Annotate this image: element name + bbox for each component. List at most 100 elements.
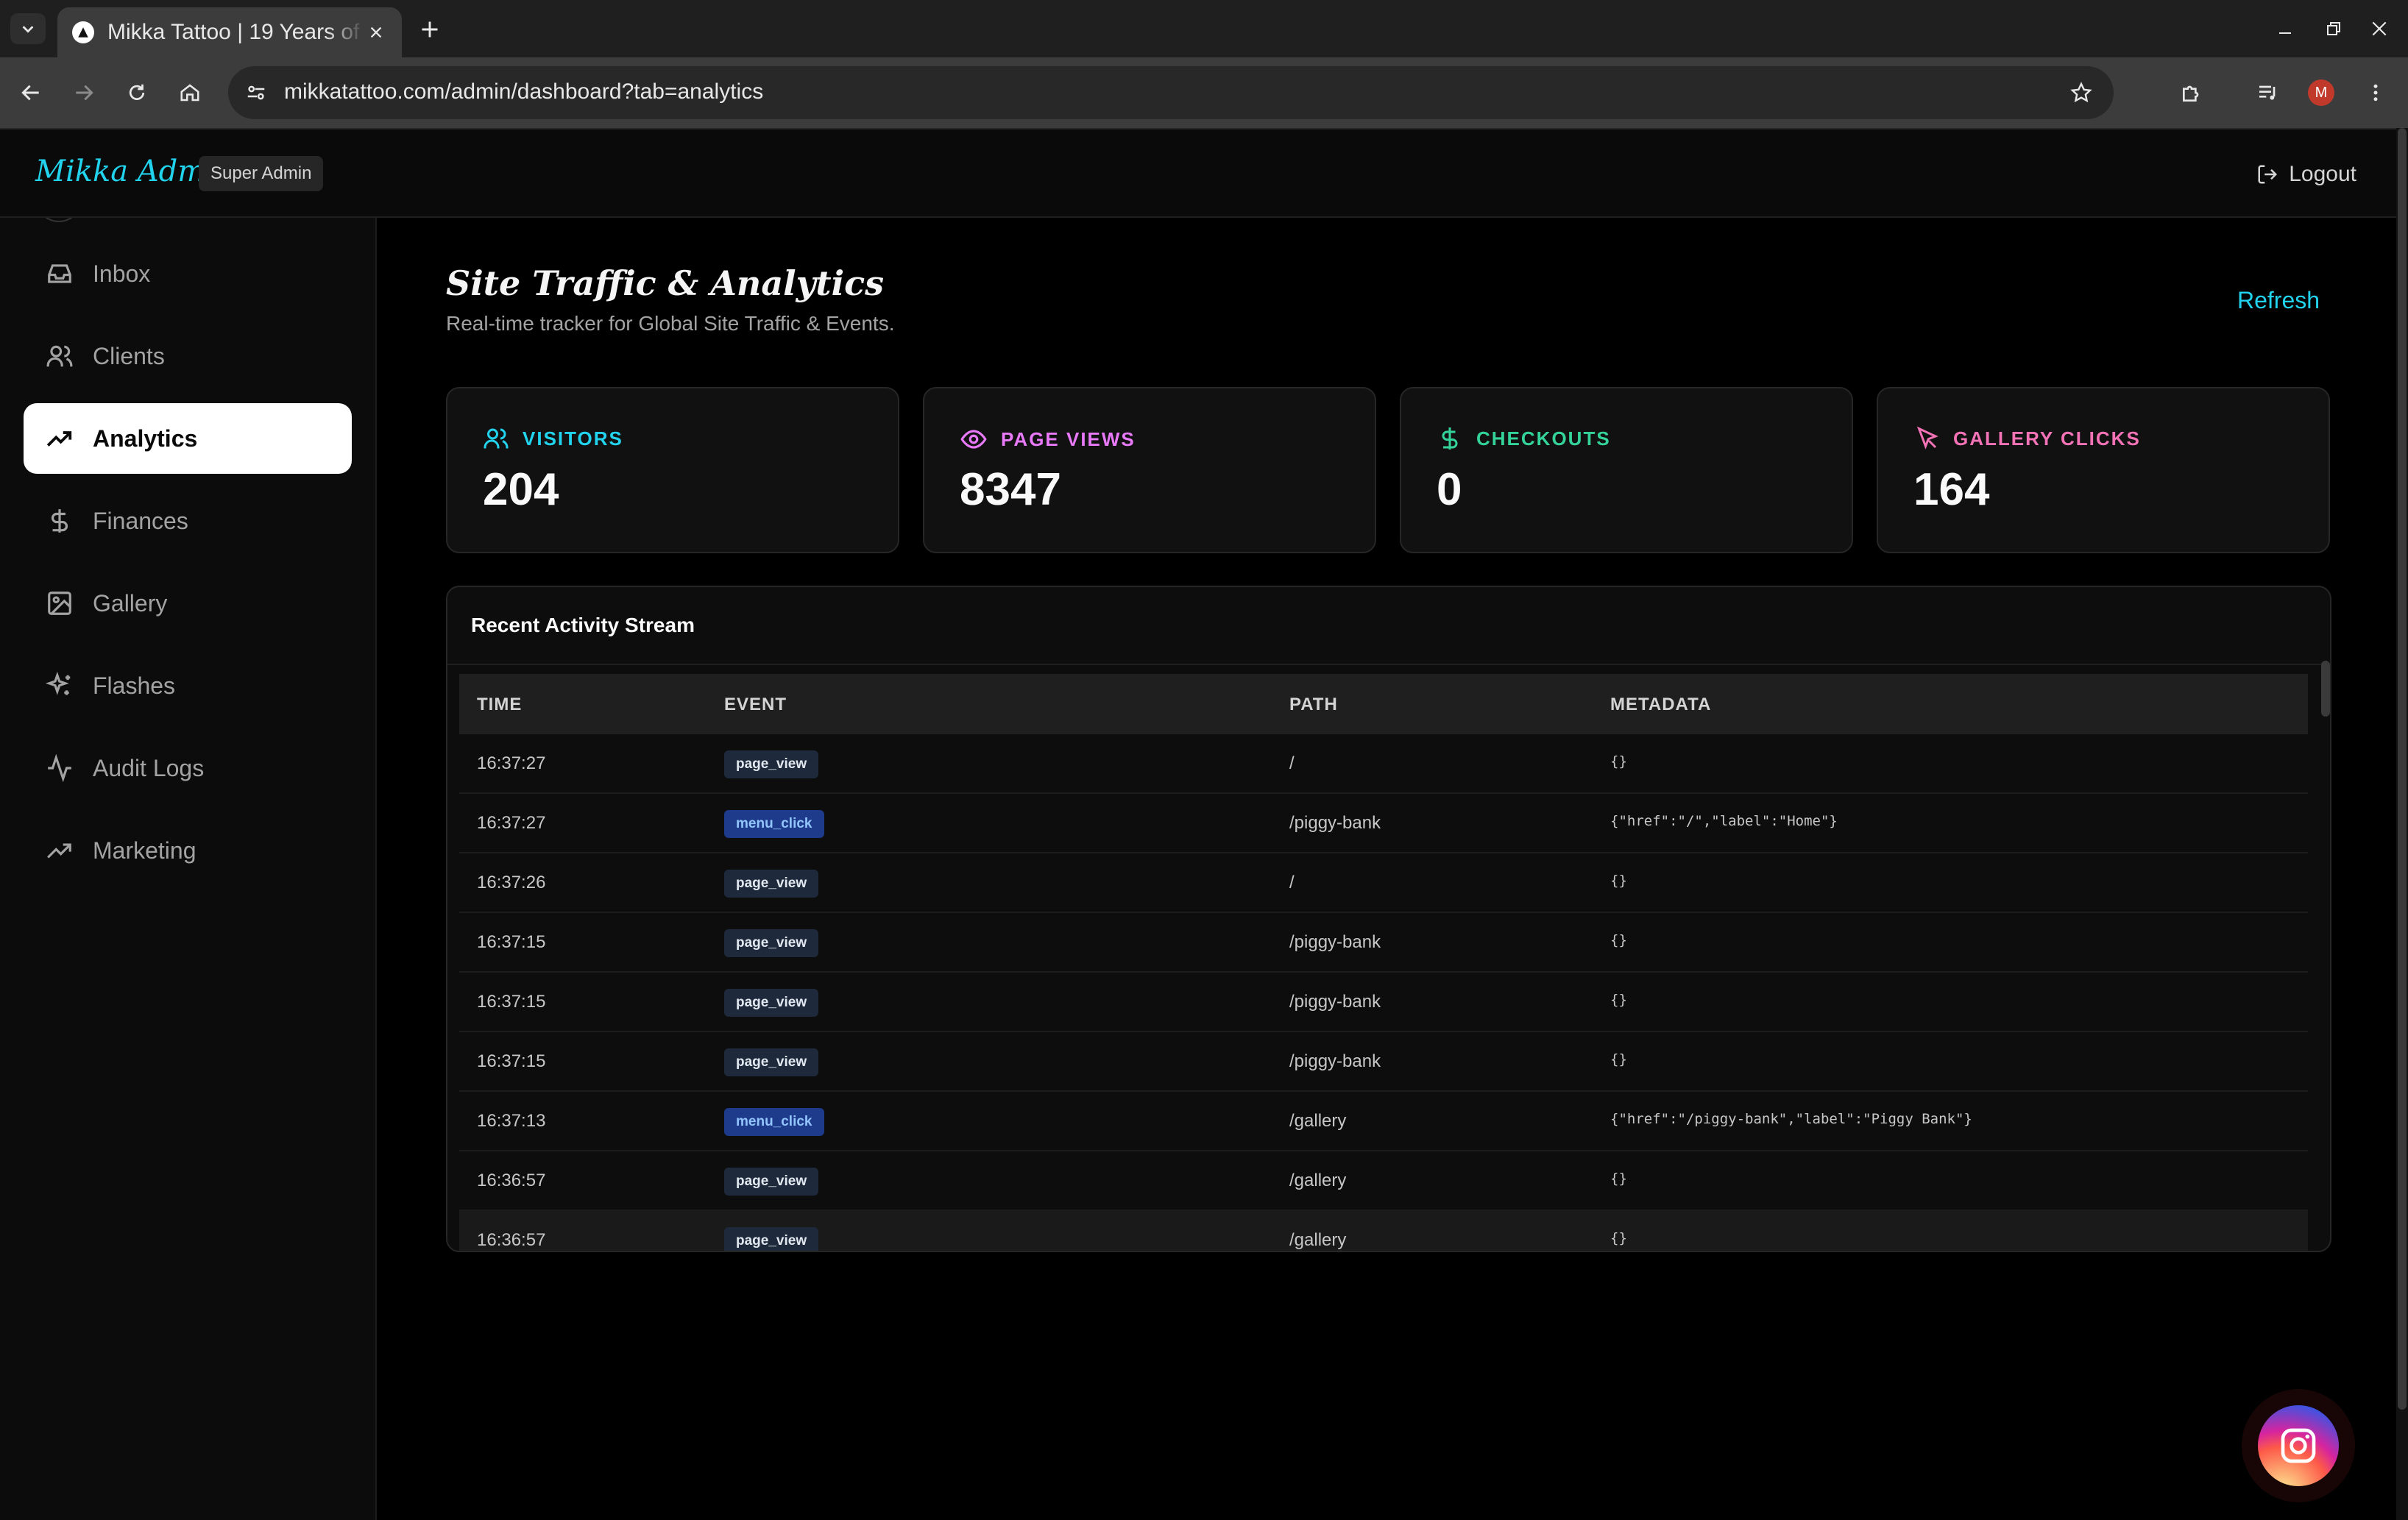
cell-metadata: {} [1610, 992, 1627, 1008]
table-row: 16:37:27 page_view / {} [459, 734, 2308, 794]
cell-metadata: {"href":"/piggy-bank","label":"Piggy Ban… [1610, 1111, 1972, 1127]
sidebar-item-flashes[interactable]: Flashes [24, 650, 352, 721]
instagram-button[interactable] [2258, 1405, 2339, 1486]
sidebar-item-label: Flashes [93, 672, 176, 699]
dollar-icon [1442, 427, 1458, 450]
cell-time: 16:36:57 [477, 1171, 546, 1190]
table-body: 16:37:27 page_view /{} 16:37:27 menu_click/p… [459, 734, 2308, 1251]
activity-icon [48, 754, 71, 782]
page-subtitle: Real-time tracker for Global Site Traffi… [446, 312, 895, 335]
plus-icon [422, 21, 438, 38]
new-tab-button[interactable] [414, 13, 446, 46]
sidebar-item-audit-logs[interactable]: Audit Logs [24, 733, 352, 803]
cell-metadata: {} [1610, 873, 1627, 889]
stat-value: 204 [483, 464, 559, 515]
inbox-icon [48, 264, 71, 283]
sidebar: Inbox Clients Analytics Finances Gallery… [0, 218, 377, 1520]
cell-metadata: {"href":"/","label":"Home"} [1610, 813, 1838, 829]
media-controls-button[interactable] [2251, 75, 2286, 110]
close-window-button[interactable] [2362, 12, 2396, 46]
tab-search-button[interactable] [10, 13, 46, 44]
extensions-button[interactable] [2174, 75, 2209, 110]
cell-metadata: {} [1610, 1230, 1627, 1246]
reload-button[interactable] [119, 75, 155, 110]
stat-card-checkouts: CHECKOUTS 0 [1400, 387, 1853, 553]
event-badge: page_view [724, 929, 819, 957]
site-settings-icon[interactable] [243, 79, 269, 106]
sparkles-icon [46, 672, 71, 695]
cell-path: /piggy-bank [1289, 932, 1381, 952]
table-row: 16:36:57 page_view/gallery {} [459, 1211, 2308, 1251]
browser-toolbar: mikkatattoo.com/admin/dashboard?tab=anal… [0, 57, 2408, 128]
column-header-time: TIME [477, 695, 523, 714]
trending-up-icon [46, 431, 72, 447]
page-scrollbar[interactable] [2396, 128, 2408, 1520]
activity-title: Recent Activity Stream [471, 614, 695, 636]
sidebar-item-marketing[interactable]: Marketing [24, 815, 352, 886]
browser-tab-strip: Mikka Tattoo | 19 Years of [0, 0, 2408, 57]
cell-path: /gallery [1289, 1111, 1347, 1131]
close-tab-icon[interactable] [365, 21, 387, 43]
browser-menu-button[interactable] [2358, 75, 2393, 110]
column-header-path: PATH [1289, 695, 1338, 714]
main-content: Site Traffic & Analytics Real-time track… [377, 218, 2396, 1520]
refresh-button[interactable]: Refresh [2237, 287, 2320, 314]
cell-event: menu_click [724, 1108, 824, 1136]
forward-button[interactable] [66, 75, 102, 110]
cell-time: 16:37:15 [477, 932, 546, 952]
cell-time: 16:37:15 [477, 992, 546, 1012]
minimize-window-button[interactable] [2268, 12, 2302, 46]
page-scrollbar-thumb[interactable] [2398, 128, 2407, 1410]
table-row: 16:37:15 page_view/piggy-bank {} [459, 913, 2308, 973]
bookmark-star-icon[interactable] [2067, 78, 2096, 107]
cell-event: page_view [724, 1048, 819, 1076]
cell-time: 16:37:15 [477, 1051, 546, 1071]
browser-tab-active[interactable]: Mikka Tattoo | 19 Years of [57, 7, 402, 57]
cell-event: menu_click [724, 810, 824, 838]
table-row: 16:36:57 page_view/gallery {} [459, 1151, 2308, 1211]
puzzle-icon [2183, 85, 2199, 102]
sidebar-item-analytics[interactable]: Analytics [24, 403, 352, 474]
sidebar-item-clients[interactable]: Clients [24, 321, 352, 391]
stat-card-visitors: VISITORS 204 [446, 387, 899, 553]
cell-time: 16:36:57 [477, 1230, 546, 1250]
stat-value: 0 [1437, 464, 1462, 515]
home-button[interactable] [172, 75, 208, 110]
cell-time: 16:37:26 [477, 873, 546, 892]
playlist-icon [2259, 85, 2276, 100]
site-favicon-icon [72, 21, 94, 43]
sidebar-scrolled-item [35, 218, 82, 222]
sidebar-item-label: Audit Logs [93, 754, 205, 781]
table-row: 16:37:15 page_view/piggy-bank {} [459, 1032, 2308, 1092]
back-button[interactable] [13, 75, 49, 110]
address-bar[interactable]: mikkatattoo.com/admin/dashboard?tab=anal… [228, 66, 2114, 119]
profile-avatar: M [2308, 79, 2334, 106]
sidebar-item-inbox[interactable]: Inbox [24, 238, 352, 309]
stat-value: 8347 [960, 464, 1061, 515]
url-text[interactable]: mikkatattoo.com/admin/dashboard?tab=anal… [284, 79, 763, 104]
trending-up-icon [47, 843, 71, 859]
sidebar-item-label: Clients [93, 342, 165, 369]
table-scrollbar[interactable] [2321, 661, 2330, 717]
cell-metadata: {} [1610, 932, 1627, 948]
users-icon [46, 345, 73, 367]
cursor-click-icon [1916, 426, 1938, 450]
cell-event: page_view [724, 750, 819, 778]
restore-window-button[interactable] [2317, 12, 2351, 46]
sidebar-item-gallery[interactable]: Gallery [24, 568, 352, 639]
cell-metadata: {} [1610, 1051, 1627, 1068]
more-vertical-icon [2373, 84, 2378, 102]
page-title: Site Traffic & Analytics [446, 263, 885, 303]
sidebar-item-label: Marketing [93, 837, 196, 864]
logout-button[interactable]: Logout [2256, 157, 2356, 191]
sidebar-item-finances[interactable]: Finances [24, 486, 352, 556]
cell-path: /piggy-bank [1289, 992, 1381, 1012]
image-icon [48, 592, 71, 615]
logout-label: Logout [2289, 162, 2356, 186]
event-badge: menu_click [724, 810, 824, 838]
profile-button[interactable]: M [2303, 75, 2339, 110]
cell-event: page_view [724, 1168, 819, 1196]
event-badge: page_view [724, 870, 819, 898]
tab-title: Mikka Tattoo | 19 Years of [107, 20, 360, 44]
instagram-icon [2281, 1428, 2316, 1463]
